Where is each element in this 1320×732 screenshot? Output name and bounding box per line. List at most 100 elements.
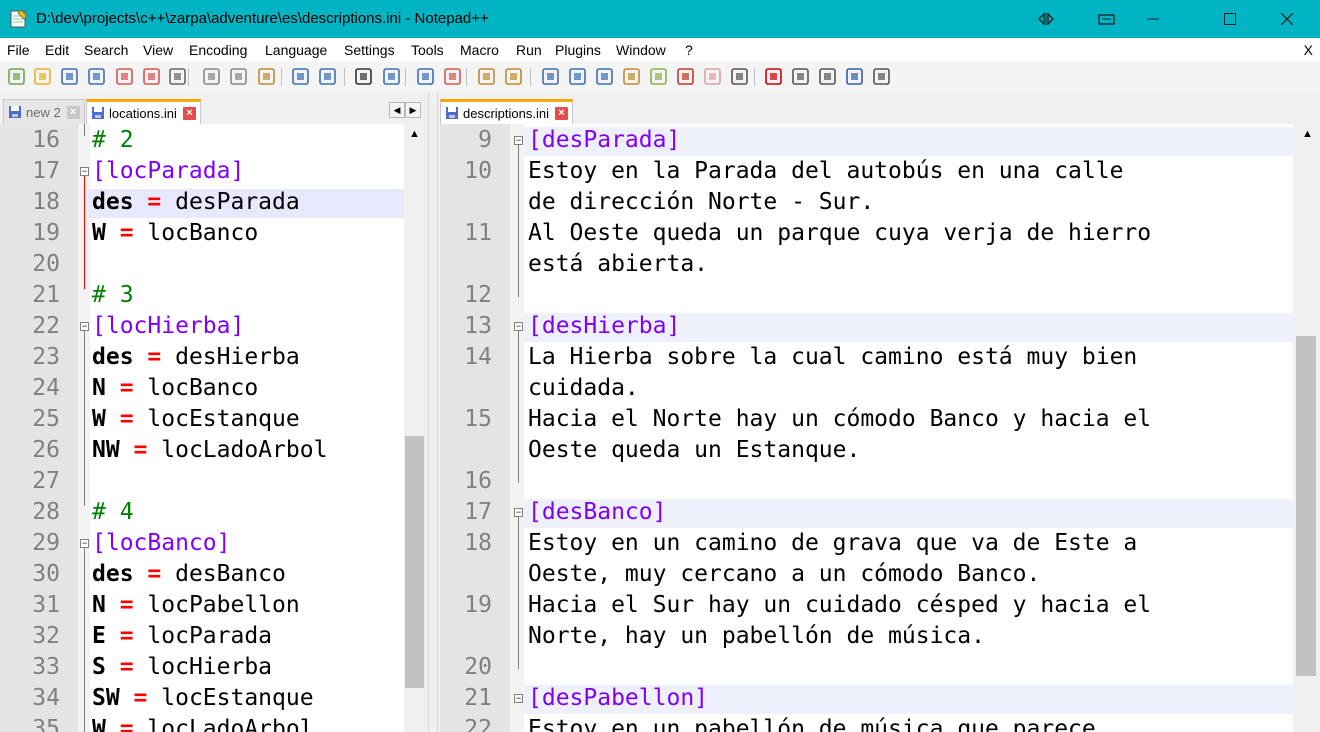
maximize-button[interactable]: [1207, 0, 1253, 38]
code-line[interactable]: 35 W = locLadoArbol: [0, 714, 404, 732]
code-line[interactable]: 19 Hacia el Sur hay un cuidado césped y h…: [440, 590, 1293, 621]
menu-settings[interactable]: Settings: [344, 42, 395, 58]
restore-docked-button[interactable]: [1084, 0, 1130, 38]
new-file-icon[interactable]: [7, 67, 26, 86]
fold-toggle-icon[interactable]: −: [514, 136, 523, 145]
code-line[interactable]: 21 # 3: [0, 280, 404, 311]
print-icon[interactable]: [168, 67, 187, 86]
code-line[interactable]: 10 Estoy en la Parada del autobús en una …: [440, 156, 1293, 187]
record-macro-icon[interactable]: [764, 67, 783, 86]
close-document-button[interactable]: X: [1304, 42, 1313, 58]
code-line[interactable]: cuidada.: [440, 373, 1293, 404]
code-line[interactable]: 23 des = desHierba: [0, 342, 404, 373]
view-splitter[interactable]: [428, 92, 438, 732]
right-vertical-scrollbar[interactable]: ▲: [1294, 124, 1320, 732]
code-line[interactable]: 22 [locHierba]: [0, 311, 404, 342]
fold-toggle-icon[interactable]: −: [514, 322, 523, 331]
code-line[interactable]: 19 W = locBanco: [0, 218, 404, 249]
tab-scroll-left-button[interactable]: ◀: [389, 102, 405, 118]
folder-workspace-icon[interactable]: [703, 67, 722, 86]
code-line[interactable]: 21 [desPabellon]: [440, 683, 1293, 714]
paste-icon[interactable]: [257, 67, 276, 86]
save-macro-icon[interactable]: [872, 67, 891, 86]
left-vertical-scrollbar[interactable]: ▲: [404, 124, 426, 732]
close-icon[interactable]: ×: [66, 105, 80, 119]
fold-toggle-icon[interactable]: −: [80, 322, 89, 331]
code-line[interactable]: 34 SW = locEstanque: [0, 683, 404, 714]
code-line[interactable]: 20: [0, 249, 404, 280]
code-line[interactable]: está abierta.: [440, 249, 1293, 280]
fold-toggle-icon[interactable]: −: [514, 508, 523, 517]
sync-vertical-icon[interactable]: [477, 67, 496, 86]
code-line[interactable]: 15 Hacia el Norte hay un cómodo Banco y h…: [440, 404, 1293, 435]
word-wrap-icon[interactable]: [541, 67, 560, 86]
close-icon[interactable]: ×: [182, 106, 196, 120]
code-line[interactable]: 18 Estoy en un camino de grava que va de …: [440, 528, 1293, 559]
close-icon[interactable]: [115, 67, 134, 86]
menu-view[interactable]: View: [143, 42, 173, 58]
play-macro-icon[interactable]: [818, 67, 837, 86]
chevron-up-icon[interactable]: ▲: [409, 128, 420, 140]
code-line[interactable]: 26 NW = locLadoArbol: [0, 435, 404, 466]
right-editor[interactable]: 9 [desParada] 10 Estoy en la Parada del aut…: [440, 124, 1293, 732]
tab-new-2[interactable]: new 2 ×: [3, 99, 85, 124]
indent-guide-icon[interactable]: [595, 67, 614, 86]
code-line[interactable]: de dirección Norte - Sur.: [440, 187, 1293, 218]
run-macro-multiple-icon[interactable]: [845, 67, 864, 86]
menu-plugins[interactable]: Plugins: [555, 42, 601, 58]
code-line[interactable]: 22 Estoy en un pabellón de música que par…: [440, 714, 1293, 732]
fold-toggle-icon[interactable]: −: [80, 539, 89, 548]
menu-macro[interactable]: Macro: [460, 42, 499, 58]
code-line[interactable]: 16: [440, 466, 1293, 497]
tab-locations-ini[interactable]: locations.ini ×: [86, 99, 201, 124]
code-line[interactable]: 14 La Hierba sobre la cual camino está mu…: [440, 342, 1293, 373]
sync-horizontal-icon[interactable]: [504, 67, 523, 86]
code-line[interactable]: 12: [440, 280, 1293, 311]
chevron-up-icon[interactable]: ▲: [1302, 128, 1313, 140]
code-line[interactable]: 31 N = locPabellon: [0, 590, 404, 621]
left-editor[interactable]: 16 # 2 17 [locParada] 18 des = desParada 19 W =…: [0, 124, 404, 732]
code-line[interactable]: 17 [desBanco]: [440, 497, 1293, 528]
code-line[interactable]: 25 W = locEstanque: [0, 404, 404, 435]
menu-edit[interactable]: Edit: [45, 42, 69, 58]
tab-scroll-right-button[interactable]: ▶: [405, 102, 421, 118]
undo-icon[interactable]: [291, 67, 310, 86]
menu-file[interactable]: File: [7, 42, 30, 58]
find-icon[interactable]: [354, 67, 373, 86]
code-line[interactable]: 33 S = locHierba: [0, 652, 404, 683]
code-line[interactable]: 30 des = desBanco: [0, 559, 404, 590]
menu-tools[interactable]: Tools: [411, 42, 444, 58]
close-icon[interactable]: ×: [555, 106, 568, 120]
code-line[interactable]: 29 [locBanco]: [0, 528, 404, 559]
menu-encoding[interactable]: Encoding: [189, 42, 247, 58]
fold-toggle-icon[interactable]: −: [514, 694, 523, 703]
cut-icon[interactable]: [202, 67, 221, 86]
code-line[interactable]: 28 # 4: [0, 497, 404, 528]
code-line[interactable]: 13 [desHierba]: [440, 311, 1293, 342]
code-line[interactable]: 9 [desParada]: [440, 125, 1293, 156]
function-list-icon[interactable]: [676, 67, 695, 86]
code-line[interactable]: Norte, hay un pabellón de música.: [440, 621, 1293, 652]
code-line[interactable]: 16 # 2: [0, 125, 404, 156]
stop-macro-icon[interactable]: [791, 67, 810, 86]
user-language-icon[interactable]: [622, 67, 641, 86]
fold-toggle-icon[interactable]: −: [80, 167, 89, 176]
code-line[interactable]: 18 des = desParada: [0, 187, 404, 218]
menu-help[interactable]: ?: [685, 42, 693, 58]
redo-icon[interactable]: [318, 67, 337, 86]
save-all-icon[interactable]: [87, 67, 106, 86]
menu-window[interactable]: Window: [616, 42, 666, 58]
code-line[interactable]: Oeste, muy cercano a un cómodo Banco.: [440, 559, 1293, 590]
code-line[interactable]: 17 [locParada]: [0, 156, 404, 187]
close-all-icon[interactable]: [142, 67, 161, 86]
code-line[interactable]: 20: [440, 652, 1293, 683]
save-icon[interactable]: [60, 67, 79, 86]
code-line[interactable]: 11 Al Oeste queda un parque cuya verja de…: [440, 218, 1293, 249]
replace-icon[interactable]: [382, 67, 401, 86]
tab-descriptions-ini[interactable]: descriptions.ini ×: [440, 99, 573, 124]
code-line[interactable]: 32 E = locParada: [0, 621, 404, 652]
open-file-icon[interactable]: [33, 67, 52, 86]
monitoring-icon[interactable]: [730, 67, 749, 86]
show-all-chars-icon[interactable]: [568, 67, 587, 86]
menu-run[interactable]: Run: [516, 42, 542, 58]
